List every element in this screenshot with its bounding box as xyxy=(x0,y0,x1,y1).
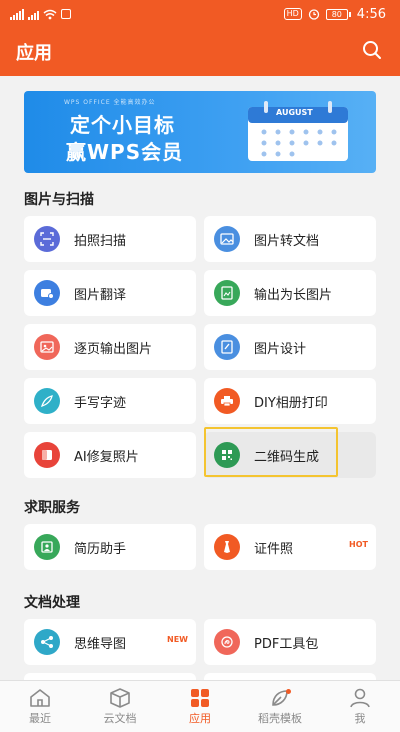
calendar-month-label: AUGUST xyxy=(276,108,313,117)
scan-icon xyxy=(34,226,60,252)
app-item-qrcode-generate[interactable]: 二维码生成 xyxy=(204,432,376,478)
resume-icon xyxy=(34,534,60,560)
pen-icon xyxy=(34,388,60,414)
nav-label: 我 xyxy=(354,711,366,725)
nav-label: 云文档 xyxy=(103,711,137,725)
app-item-id-photo[interactable]: 证件照 HOT xyxy=(204,524,376,570)
app-item-label: 思维导图 xyxy=(74,636,127,652)
app-item-label: AI修复照片 xyxy=(74,449,139,465)
notification-icon xyxy=(61,9,71,19)
banner-small-text: WPS OFFICE 全能高效办公 xyxy=(64,99,156,106)
app-item-label: 输出为长图片 xyxy=(254,287,333,303)
section-title-image-scan: 图片与扫描 xyxy=(24,192,94,208)
cloud-box-icon xyxy=(110,687,130,708)
home-icon xyxy=(30,688,50,707)
app-item-label: PDF工具包 xyxy=(254,636,319,652)
app-item-image-to-doc[interactable]: 图片转文档 xyxy=(204,216,376,262)
repair-icon xyxy=(34,442,60,468)
app-item-pdf-toolkit[interactable]: PDF工具包 xyxy=(204,619,376,665)
app-item-label: DIY相册打印 xyxy=(254,395,328,411)
pages-icon xyxy=(34,334,60,360)
banner-headline-2: 赢WPS会员 xyxy=(66,140,184,164)
section-title-doc-processing: 文档处理 xyxy=(24,595,80,611)
qrcode-icon xyxy=(214,442,240,468)
app-item-handwriting[interactable]: 手写字迹 xyxy=(24,378,196,424)
app-item-label: 证件照 xyxy=(254,541,294,557)
notification-dot xyxy=(286,689,291,694)
app-item-long-image[interactable]: 输出为长图片 xyxy=(204,270,376,316)
banner-headline-1: 定个小目标 xyxy=(70,113,175,137)
mindmap-icon xyxy=(34,629,60,655)
long-image-icon xyxy=(214,280,240,306)
section-title-job-services: 求职服务 xyxy=(24,500,80,516)
app-header: 应用 xyxy=(0,28,400,76)
design-icon xyxy=(214,334,240,360)
app-item-label: 图片设计 xyxy=(254,341,307,357)
app-item-diy-album-print[interactable]: DIY相册打印 xyxy=(204,378,376,424)
app-item-page-images[interactable]: 逐页输出图片 xyxy=(24,324,196,370)
nav-tab-recent[interactable]: 最近 xyxy=(0,681,80,732)
app-item-photo-scan[interactable]: 拍照扫描 xyxy=(24,216,196,262)
signal-icon-2 xyxy=(28,9,39,20)
nav-tab-apps[interactable]: 应用 xyxy=(160,681,240,732)
hd-badge: HD xyxy=(283,8,302,20)
app-item-ai-photo-repair[interactable]: AI修复照片 xyxy=(24,432,196,478)
nav-label: 应用 xyxy=(189,711,211,725)
nav-tab-cloud-docs[interactable]: 云文档 xyxy=(80,681,160,732)
status-left xyxy=(10,8,71,20)
pdf-icon xyxy=(214,629,240,655)
nav-label: 最近 xyxy=(29,711,51,725)
app-item-image-translate[interactable]: 图片翻译 xyxy=(24,270,196,316)
bottom-nav: 最近 云文档 应用 稻壳模板 我 xyxy=(0,680,400,732)
app-item-label: 图片翻译 xyxy=(74,287,127,303)
app-item-partial-left[interactable] xyxy=(24,673,196,680)
nav-label: 稻壳模板 xyxy=(258,711,302,725)
id-photo-icon xyxy=(214,534,240,560)
nav-tab-me[interactable]: 我 xyxy=(320,681,400,732)
nav-tab-templates[interactable]: 稻壳模板 xyxy=(240,681,320,732)
printer-icon xyxy=(214,388,240,414)
battery-level: 80 xyxy=(325,8,348,20)
clock: 4:56 xyxy=(356,6,386,22)
battery-icon: 80 xyxy=(325,8,351,20)
hot-badge: HOT xyxy=(349,540,368,549)
app-item-resume-assistant[interactable]: 简历助手 xyxy=(24,524,196,570)
alarm-icon xyxy=(308,9,319,20)
wifi-icon xyxy=(43,9,57,19)
app-item-label: 二维码生成 xyxy=(254,449,320,465)
app-item-label: 图片转文档 xyxy=(254,233,320,249)
search-button[interactable] xyxy=(362,40,382,64)
app-item-mind-map[interactable]: 思维导图 NEW xyxy=(24,619,196,665)
person-icon xyxy=(350,688,370,707)
app-item-label: 拍照扫描 xyxy=(74,233,127,249)
app-item-label: 手写字迹 xyxy=(74,395,127,411)
app-item-label: 逐页输出图片 xyxy=(74,341,153,357)
status-bar: HD 80 4:56 xyxy=(0,0,400,28)
promo-banner[interactable]: WPS OFFICE 全能高效办公 定个小目标 赢WPS会员 AUGUST xyxy=(24,91,376,173)
signal-icon xyxy=(10,8,24,20)
new-badge: NEW xyxy=(167,635,188,644)
app-item-label: 简历助手 xyxy=(74,541,127,557)
app-item-image-design[interactable]: 图片设计 xyxy=(204,324,376,370)
image-icon xyxy=(214,226,240,252)
translate-icon xyxy=(34,280,60,306)
app-item-partial-right[interactable] xyxy=(204,673,376,680)
page-title: 应用 xyxy=(16,43,52,64)
apps-icon xyxy=(191,688,209,707)
main-content: WPS OFFICE 全能高效办公 定个小目标 赢WPS会员 AUGUST 图片… xyxy=(0,76,400,680)
status-right: HD 80 4:56 xyxy=(283,6,386,22)
search-icon xyxy=(363,41,381,59)
